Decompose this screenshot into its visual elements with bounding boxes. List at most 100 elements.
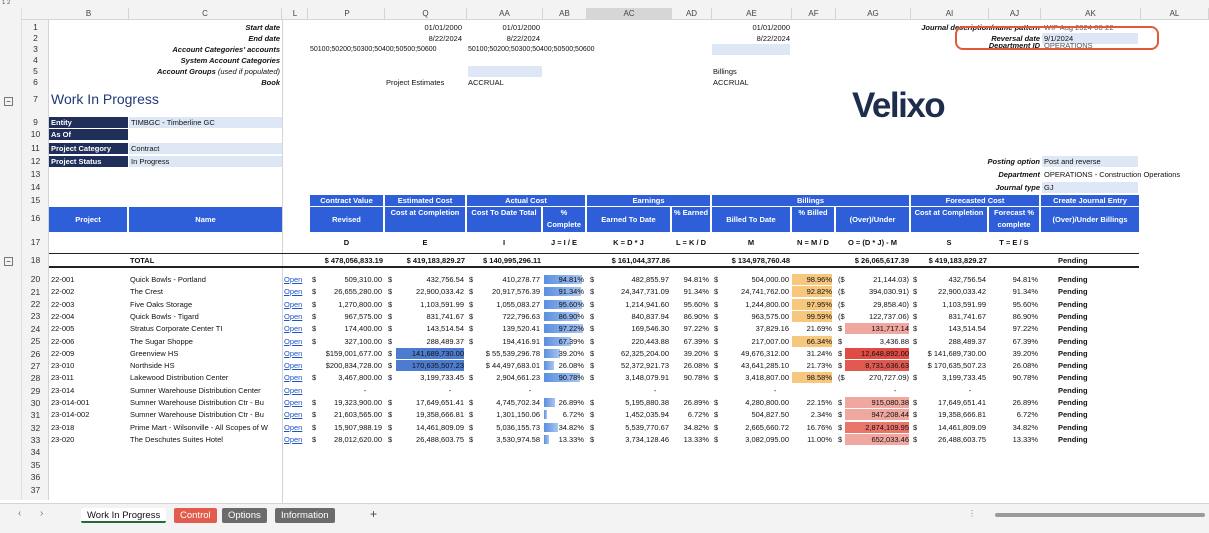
column-header-ab[interactable]: AB <box>543 8 587 20</box>
collapse-group-icon[interactable]: − <box>4 257 13 266</box>
row-header[interactable]: 7 <box>22 94 49 104</box>
open-project-link[interactable]: Open <box>284 422 308 433</box>
aa-start-date[interactable]: 01/01/2000 <box>468 22 540 33</box>
row-header[interactable]: 28 <box>22 373 49 383</box>
open-project-link[interactable]: Open <box>284 286 308 297</box>
row-header[interactable]: 36 <box>22 472 49 482</box>
row-header[interactable]: 18 <box>22 255 49 265</box>
horizontal-scrollbar[interactable] <box>995 513 1205 517</box>
open-project-link[interactable]: Open <box>284 323 308 334</box>
row-header[interactable]: 20 <box>22 274 49 284</box>
accrual-book-2[interactable]: ACCRUAL <box>713 77 791 88</box>
row-header[interactable]: 32 <box>22 423 49 433</box>
row-header[interactable]: 33 <box>22 435 49 445</box>
column-header-aj[interactable]: AJ <box>989 8 1041 20</box>
open-project-link[interactable]: Open <box>284 336 308 347</box>
row-header[interactable]: 29 <box>22 386 49 396</box>
add-sheet-button[interactable]: + <box>370 507 377 521</box>
row-header[interactable]: 25 <box>22 336 49 346</box>
q-end-date[interactable]: 8/22/2024 <box>390 33 462 44</box>
ae-accounts-input[interactable] <box>712 44 790 55</box>
aa-end-date[interactable]: 8/22/2024 <box>468 33 540 44</box>
ae-end-date[interactable]: 8/22/2024 <box>712 33 790 44</box>
q-account-list[interactable]: 50100;50200;50300;50400;50500;50600 <box>310 44 465 55</box>
row-header[interactable]: 21 <box>22 287 49 297</box>
column-header-b[interactable]: B <box>49 8 129 20</box>
open-project-link[interactable]: Open <box>284 299 308 310</box>
billed-to-date: 217,007.00 <box>751 337 789 346</box>
department-value[interactable]: OPERATIONS - Construction Operations <box>1044 169 1204 180</box>
row-header[interactable]: 35 <box>22 460 49 470</box>
open-project-link[interactable]: Open <box>284 372 308 383</box>
row-header[interactable]: 6 <box>22 77 49 87</box>
aa-account-list[interactable]: 50100;50200;50300;50400;50500;50600 <box>468 44 608 55</box>
open-project-link[interactable]: Open <box>284 397 308 408</box>
row-header[interactable]: 26 <box>22 349 49 359</box>
column-header-al[interactable]: AL <box>1141 8 1209 20</box>
collapse-group-icon[interactable]: − <box>4 97 13 106</box>
q-start-date[interactable]: 01/01/2000 <box>390 22 462 33</box>
column-header-ak[interactable]: AK <box>1041 8 1141 20</box>
row-header[interactable]: 9 <box>22 117 49 127</box>
row-header[interactable]: 34 <box>22 447 49 457</box>
row-header[interactable]: 30 <box>22 398 49 408</box>
row-header[interactable]: 24 <box>22 324 49 334</box>
row-header[interactable]: 3 <box>22 44 49 54</box>
scroll-left-icon[interactable]: ‹ <box>18 508 21 519</box>
entity-value[interactable]: TIMBGC - Timberline GC <box>129 117 282 128</box>
row-header[interactable]: 5 <box>22 66 49 76</box>
contract-revised: $159,001,677.00 <box>325 349 382 358</box>
column-header-ag[interactable]: AG <box>836 8 911 20</box>
column-header-ac[interactable]: AC <box>587 8 672 20</box>
column-header-c[interactable]: C <box>129 8 282 20</box>
row-header[interactable]: 16 <box>22 213 49 223</box>
tab-control[interactable]: Control <box>174 508 217 523</box>
row-header[interactable]: 37 <box>22 485 49 495</box>
open-project-link[interactable]: Open <box>284 409 308 420</box>
open-project-link[interactable]: Open <box>284 348 308 359</box>
row-header[interactable]: 22 <box>22 299 49 309</box>
row-header[interactable]: 14 <box>22 182 49 192</box>
row-header[interactable]: 13 <box>22 169 49 179</box>
project-category-value[interactable]: Contract <box>129 143 282 154</box>
row-header[interactable]: 11 <box>22 143 49 153</box>
project-id: 22-009 <box>51 349 75 358</box>
open-project-link[interactable]: Open <box>284 434 308 445</box>
column-header-ai[interactable]: AI <box>911 8 989 20</box>
project-status-value[interactable]: In Progress <box>129 156 282 167</box>
open-project-link[interactable]: Open <box>284 274 308 285</box>
scroll-right-icon[interactable]: › <box>40 508 43 519</box>
column-header-aa[interactable]: AA <box>467 8 543 20</box>
open-project-link[interactable]: Open <box>284 360 308 371</box>
row-header[interactable]: 23 <box>22 311 49 321</box>
posting-option-value[interactable]: Post and reverse <box>1042 156 1138 167</box>
accrual-book-1[interactable]: ACCRUAL <box>468 77 542 88</box>
tab-information[interactable]: Information <box>275 508 335 523</box>
more-options-icon[interactable]: ⋮ <box>968 509 976 518</box>
tab-work-in-progress[interactable]: Work In Progress <box>81 508 167 523</box>
column-header-ad[interactable]: AD <box>672 8 712 20</box>
ae-start-date[interactable]: 01/01/2000 <box>712 22 790 33</box>
column-header-af[interactable]: AF <box>792 8 836 20</box>
column-header-l[interactable]: L <box>283 8 308 20</box>
row-header[interactable]: 27 <box>22 361 49 371</box>
row-header[interactable]: 1 <box>22 22 49 32</box>
row-header[interactable]: 17 <box>22 237 49 247</box>
tab-options[interactable]: Options <box>222 508 267 523</box>
aa-empty-input[interactable] <box>468 66 542 77</box>
row-header[interactable]: 31 <box>22 410 49 420</box>
open-project-link[interactable]: Open <box>284 311 308 322</box>
column-header-q[interactable]: Q <box>385 8 467 20</box>
row-header[interactable]: 2 <box>22 33 49 43</box>
row-header[interactable]: 4 <box>22 55 49 65</box>
row-header[interactable]: 12 <box>22 156 49 166</box>
column-header-ae[interactable]: AE <box>712 8 792 20</box>
outline-level-buttons[interactable]: 1 2 <box>2 0 10 6</box>
column-header-p[interactable]: P <box>310 8 385 20</box>
row-header[interactable]: 15 <box>22 195 49 205</box>
empty-dash: - <box>773 386 777 395</box>
currency-sign: $ <box>469 324 474 333</box>
open-project-link[interactable]: Open <box>284 385 308 396</box>
row-header[interactable]: 10 <box>22 129 49 139</box>
journal-type-value[interactable]: GJ <box>1042 182 1138 193</box>
